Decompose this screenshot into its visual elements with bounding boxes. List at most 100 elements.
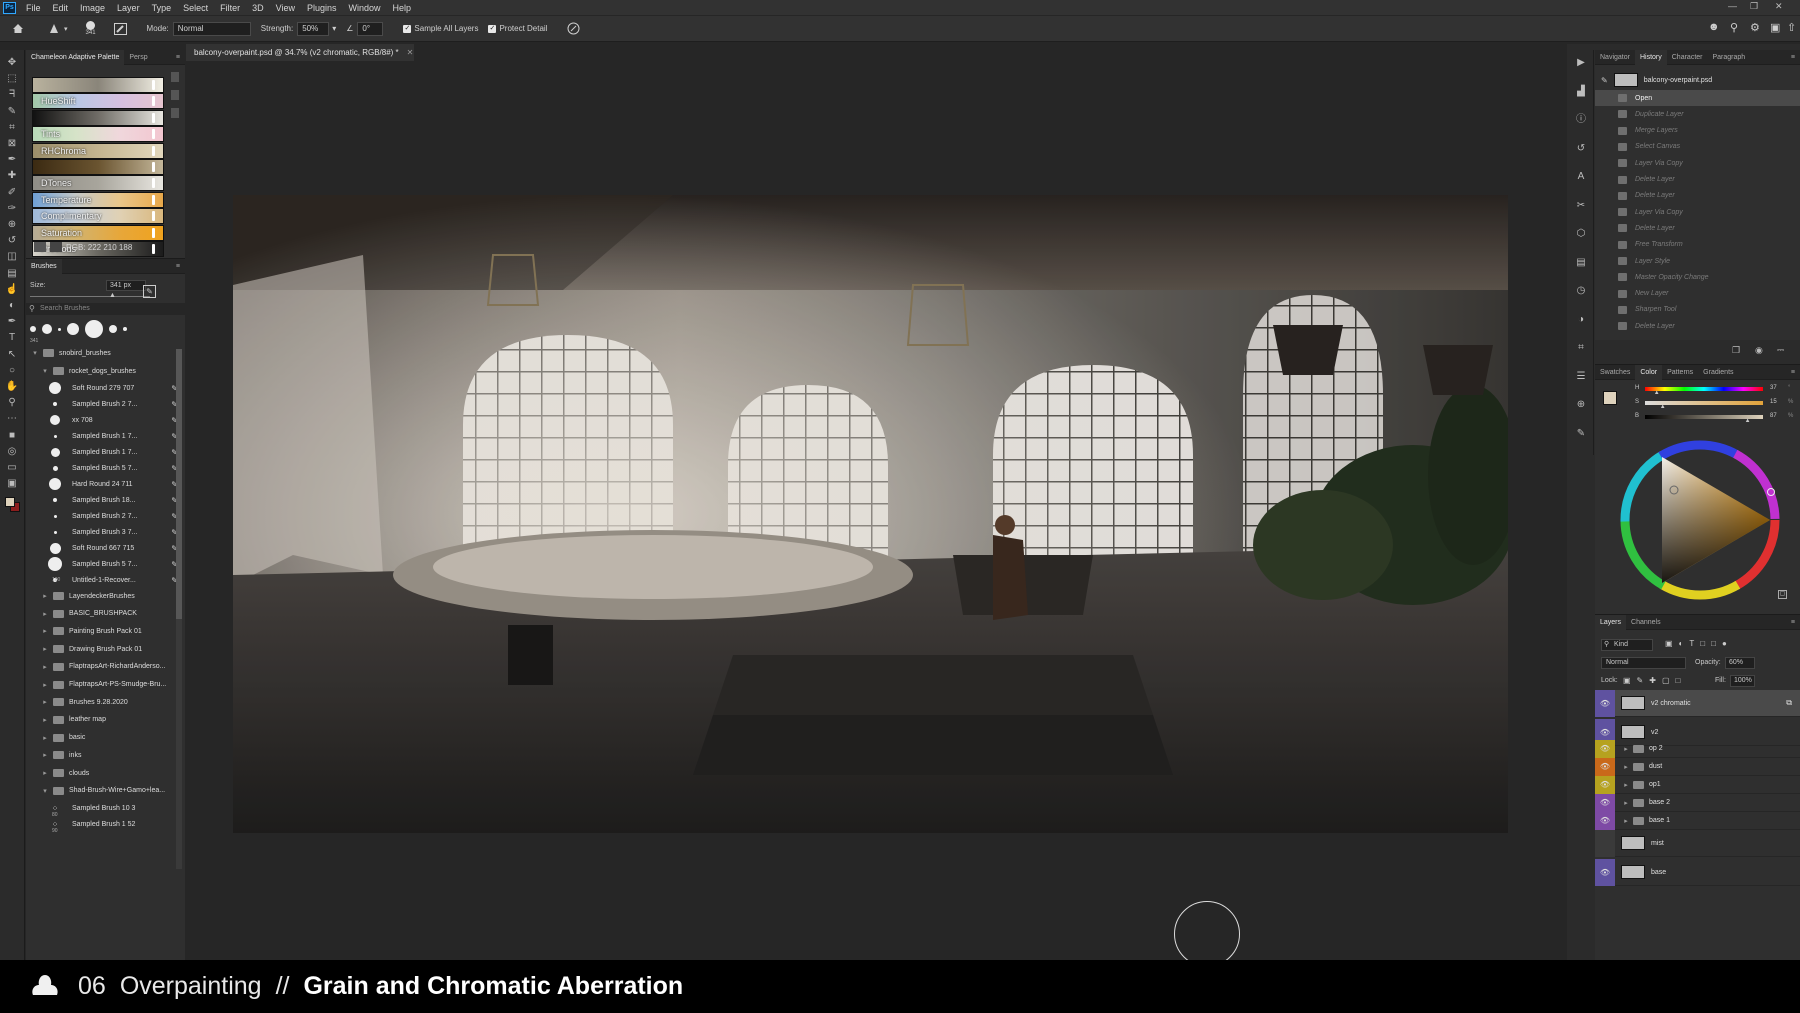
eye-icon[interactable]: 👁 xyxy=(1595,757,1615,776)
smudge-tool-icon[interactable]: ☝ xyxy=(5,283,19,296)
marquee-tool-icon[interactable]: ⬚ xyxy=(5,72,19,85)
minimize-icon[interactable]: — xyxy=(1728,1,1737,11)
brush-group-expanded[interactable]: ▾ Shad-Brush-Wire+Gamo+lea... xyxy=(40,781,190,801)
eye-hidden-icon[interactable] xyxy=(1595,829,1615,857)
lasso-tool-icon[interactable]: ᖷ xyxy=(5,88,19,101)
home-icon[interactable] xyxy=(12,23,24,34)
caret-right-icon[interactable]: ▸ xyxy=(40,645,50,653)
stamp-icon[interactable]: ⊕ xyxy=(1574,398,1588,411)
cube-icon[interactable]: ⬡ xyxy=(1574,227,1588,240)
brush-search-input[interactable]: Search Brushes xyxy=(26,303,185,315)
brush-size-input[interactable]: 341 px xyxy=(106,280,146,291)
tab-color-gradients[interactable]: Gradients xyxy=(1698,369,1738,376)
brush-group-open[interactable]: ▾ rocket_dogs_brushes xyxy=(40,361,190,381)
lock-icons[interactable]: ▣✎✚▢□ xyxy=(1623,676,1686,685)
menu-help[interactable]: Help xyxy=(387,3,418,13)
opacity-input[interactable]: 60% xyxy=(1725,657,1755,669)
caret-right-icon[interactable]: ▸ xyxy=(1621,799,1631,807)
caret-right-icon[interactable]: ▸ xyxy=(40,592,50,600)
play-icon[interactable]: ▶ xyxy=(1574,56,1588,69)
eraser-tool-icon[interactable]: ◫ xyxy=(5,250,19,263)
menu-image[interactable]: Image xyxy=(74,3,111,13)
frame-tool-icon[interactable]: ⊠ xyxy=(5,137,19,150)
share-icon[interactable]: ⇧ xyxy=(1787,21,1796,34)
layer-name[interactable]: mist xyxy=(1651,840,1664,847)
palette-row[interactable]: Temperature xyxy=(32,191,164,208)
palette-row-handle[interactable] xyxy=(152,80,155,90)
history-brush-tool-icon[interactable]: ↺ xyxy=(5,234,19,247)
dodge-tool-icon[interactable]: ◐ xyxy=(5,299,19,312)
mixer-brush-tool-icon[interactable]: ✑ xyxy=(5,202,19,215)
color-slider-handle[interactable]: ▲ xyxy=(1654,390,1660,396)
recent-brush-tip[interactable] xyxy=(109,325,117,333)
sample-all-layers-checkbox[interactable]: ✓ xyxy=(403,24,412,33)
eye-icon[interactable]: 👁 xyxy=(1595,858,1615,886)
blend-mode-select[interactable]: Normal xyxy=(1601,657,1686,669)
brushes-scrollbar-thumb[interactable] xyxy=(176,349,182,619)
history-snapshot[interactable]: ✎ balcony-overpaint.psd xyxy=(1595,70,1800,90)
eye-icon[interactable]: 👁 xyxy=(1595,689,1615,717)
smudge-tool-icon[interactable]: ▾ xyxy=(48,23,68,35)
character-icon[interactable]: A xyxy=(1574,170,1588,183)
color-slider-h[interactable] xyxy=(1645,387,1763,391)
path-icon[interactable]: ⌗ xyxy=(1574,341,1588,354)
menu-window[interactable]: Window xyxy=(343,3,387,13)
layer-row[interactable]: 👁 ▸ op1 xyxy=(1595,775,1800,794)
brush-size-slider[interactable] xyxy=(30,296,150,297)
eye-icon[interactable]: 👁 xyxy=(1595,775,1615,794)
layer-row[interactable]: 👁 v2 chromatic ⧉ xyxy=(1595,689,1800,717)
palette-row-handle[interactable] xyxy=(152,227,155,238)
history-state[interactable]: Select Canvas xyxy=(1595,139,1800,155)
palette-row-handle[interactable] xyxy=(152,162,155,172)
color-wheel[interactable] xyxy=(1615,435,1785,607)
more-tool-icon[interactable]: ⋯ xyxy=(5,412,19,425)
strength-dropdown-icon[interactable]: ▾ xyxy=(332,24,336,33)
brush-settings-icon[interactable]: ✎ xyxy=(1574,427,1588,440)
tab-brushes[interactable]: Brushes xyxy=(26,258,62,274)
palette-side-tool-icon[interactable] xyxy=(171,90,179,100)
close-icon[interactable]: ✕ xyxy=(1775,1,1783,12)
layer-row[interactable]: 👁 ▸ base 1 xyxy=(1595,811,1800,830)
clock-icon[interactable]: ◷ xyxy=(1574,284,1588,297)
caret-down-icon[interactable]: ▾ xyxy=(30,349,40,357)
path-select-tool-icon[interactable]: ↖ xyxy=(5,348,19,361)
caret-right-icon[interactable]: ▸ xyxy=(40,610,50,618)
tab-chameleon-palette[interactable]: Chameleon Adaptive Palette xyxy=(26,49,125,65)
layer-row[interactable]: 👁 ▸ dust xyxy=(1595,757,1800,776)
menu-plugins[interactable]: Plugins xyxy=(301,3,343,13)
tab-layers-channels[interactable]: Channels xyxy=(1626,619,1666,626)
camera-icon[interactable]: ◉ xyxy=(1755,345,1763,356)
new-brush-icon[interactable]: ✎ xyxy=(143,285,156,298)
caret-right-icon[interactable]: ▸ xyxy=(40,769,50,777)
stamp-tool-icon[interactable]: ⊕ xyxy=(5,218,19,231)
palette-row[interactable]: Complimentary xyxy=(32,208,164,225)
menu-type[interactable]: Type xyxy=(146,3,178,13)
user-icon[interactable]: ☻ xyxy=(1708,21,1720,33)
layer-row[interactable]: 👁 ▸ base 2 xyxy=(1595,793,1800,812)
search-icon[interactable]: ⚲ xyxy=(1730,21,1738,34)
caret-right-icon[interactable]: ▸ xyxy=(40,751,50,759)
caret-right-icon[interactable]: ▸ xyxy=(1621,781,1631,789)
tab-color-color[interactable]: Color xyxy=(1635,364,1663,380)
crop-tool-icon[interactable]: ⌗ xyxy=(5,121,19,134)
history-state[interactable]: Delete Layer xyxy=(1595,220,1800,236)
color-slider-value[interactable]: 15 xyxy=(1770,399,1777,405)
menu-select[interactable]: Select xyxy=(177,3,214,13)
adjust-icon[interactable]: ◑ xyxy=(1574,313,1588,326)
history-state[interactable]: Layer Via Copy xyxy=(1595,155,1800,171)
brush-settings-icon[interactable] xyxy=(113,22,127,35)
panel-menu-icon[interactable]: ≡ xyxy=(1791,369,1795,376)
caret-right-icon[interactable]: ▸ xyxy=(1621,745,1631,753)
mode-select[interactable]: Normal xyxy=(172,21,251,36)
protect-detail-checkbox[interactable]: ✓ xyxy=(488,24,497,33)
menu-edit[interactable]: Edit xyxy=(47,3,75,13)
hand-tool-icon[interactable]: ✋ xyxy=(5,380,19,393)
history-state[interactable]: Free Transform xyxy=(1595,237,1800,253)
history-state[interactable]: Delete Layer xyxy=(1595,318,1800,334)
tab-history-character[interactable]: Character xyxy=(1667,54,1708,61)
palette-row[interactable] xyxy=(32,109,164,126)
foreground-color-chip[interactable] xyxy=(5,497,15,507)
tab-persp[interactable]: Persp xyxy=(124,54,152,61)
history-state[interactable]: Sharpen Tool xyxy=(1595,302,1800,318)
artboard-tool-icon[interactable]: ▣ xyxy=(5,477,19,490)
